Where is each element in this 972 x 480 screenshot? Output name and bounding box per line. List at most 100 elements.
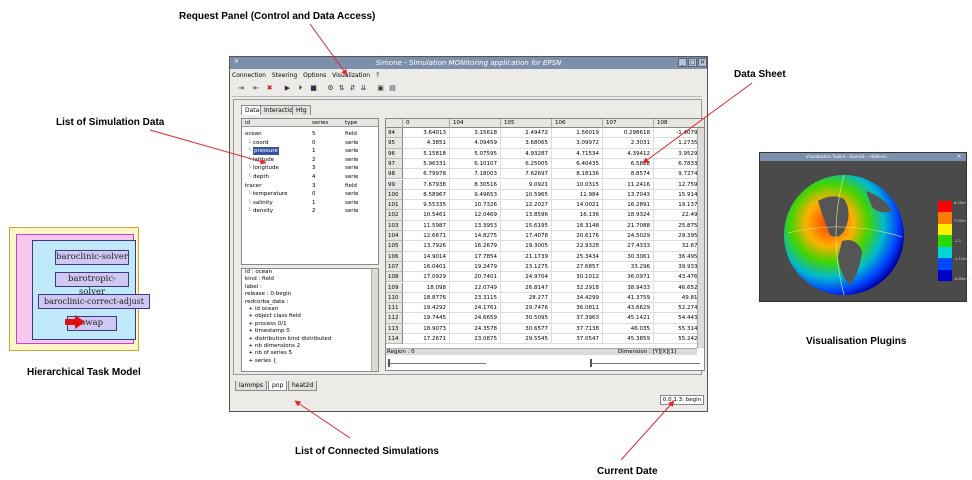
kill-icon[interactable]: ✖ (264, 83, 275, 94)
sheet-cell[interactable]: 33.296 (603, 261, 654, 273)
sheet-row-header[interactable]: 112 (386, 313, 403, 324)
data-list-item[interactable]: └ depth 4 serie (242, 173, 378, 181)
sheet-cell[interactable]: 8.30516 (450, 179, 501, 190)
sheet-cell[interactable]: 6.25005 (501, 158, 552, 170)
data-list-item[interactable]: └ latitude 2 serie (242, 156, 378, 164)
data-list-item[interactable]: └ salinity 1 serie (242, 199, 378, 207)
sheet-cell[interactable]: 17.0929 (403, 272, 450, 283)
sheet-column-header[interactable]: 107 (603, 119, 654, 128)
sheet-row-header[interactable]: 114 (386, 334, 403, 345)
sheet-cell[interactable]: 24.6659 (450, 313, 501, 324)
sheet-cell[interactable]: 10.5965 (501, 189, 552, 201)
sheet-cell[interactable]: 2.49472 (501, 128, 552, 139)
clipboard-icon[interactable]: ▤ (387, 83, 398, 94)
sheet-cell[interactable]: 6.10107 (450, 158, 501, 170)
sheet-cell[interactable]: 41.3759 (603, 292, 654, 304)
sheet-cell[interactable]: 5.15818 (403, 148, 450, 159)
sheet-cell[interactable]: 3.09972 (552, 138, 603, 149)
data-list-item[interactable]: └ density 2 serie (242, 207, 378, 215)
sheet-cell[interactable]: 18.8776 (403, 292, 450, 304)
disconnect-icon[interactable]: ⇤ (249, 83, 263, 94)
vis-close-icon[interactable]: ✕ (957, 153, 961, 161)
data-list-item[interactable]: ocean 5 field (242, 130, 378, 138)
info-scrollbar[interactable] (371, 269, 378, 371)
save-icon[interactable]: ▣ (375, 83, 386, 94)
sheet-cell[interactable]: 46.035 (603, 323, 654, 334)
sheet-cell[interactable]: 9.55335 (403, 200, 450, 211)
sort-icon[interactable]: ⇵ (347, 83, 358, 94)
sheet-cell[interactable]: 13.7043 (603, 189, 654, 201)
sheet-cell[interactable]: 24.3578 (450, 323, 501, 334)
sheet-cell[interactable]: 30.5095 (501, 313, 552, 324)
sheet-cell[interactable]: 24.9704 (501, 272, 552, 283)
sheet-cell[interactable]: 23.3115 (450, 292, 501, 304)
menu-options[interactable]: Options (303, 72, 326, 79)
stop-icon[interactable]: ■ (308, 83, 319, 94)
filter-icon[interactable]: ⇊ (358, 83, 369, 94)
sheet-cell[interactable]: 6.5828 (603, 158, 654, 170)
sheet-row-header[interactable]: 109 (386, 282, 403, 293)
sheet-cell[interactable]: 9.0921 (501, 179, 552, 190)
sheet-cell[interactable]: 3.64013 (403, 128, 450, 139)
sheet-cell[interactable]: 30.6577 (501, 323, 552, 334)
sheet-row-header[interactable]: 102 (386, 210, 403, 221)
sheet-row-header[interactable]: 97 (386, 158, 403, 170)
sheet-cell[interactable]: 20.6176 (552, 231, 603, 242)
sheet-cell[interactable]: 1.56019 (552, 128, 603, 139)
sheet-column-header[interactable]: 104 (450, 119, 501, 128)
sheet-cell[interactable]: 18.9324 (603, 210, 654, 221)
sheet-cell[interactable]: 5.07595 (450, 148, 501, 159)
sheet-cell[interactable]: 37.3963 (552, 313, 603, 324)
sheet-row-header[interactable]: 94 (386, 128, 403, 139)
sheet-cell[interactable]: 0.298618 (603, 128, 654, 139)
sheet-cell[interactable]: 4.39412 (603, 148, 654, 159)
sheet-column-header[interactable]: 105 (501, 119, 552, 128)
sheet-cell[interactable]: 11.2416 (603, 179, 654, 190)
sheet-cell[interactable]: 11.5987 (403, 220, 450, 231)
sheet-cell[interactable]: 2.3031 (603, 138, 654, 149)
sheet-cell[interactable]: 24.1761 (450, 303, 501, 314)
sheet-cell[interactable]: 13.8596 (501, 210, 552, 221)
sheet-cell[interactable]: 3.15618 (450, 128, 501, 139)
region-slider-handle[interactable] (388, 359, 390, 367)
sheet-cell[interactable]: 32.2918 (552, 282, 603, 293)
sheet-cell[interactable]: 12.0469 (450, 210, 501, 221)
sheet-row-header[interactable]: 105 (386, 241, 403, 252)
sheet-column-header[interactable]: 106 (552, 119, 603, 128)
sheet-row-header[interactable]: 113 (386, 323, 403, 334)
sheet-cell[interactable]: 12.2027 (501, 200, 552, 211)
sheet-cell[interactable]: 6.40435 (552, 158, 603, 170)
sheet-cell[interactable]: 19.3005 (501, 241, 552, 252)
sheet-cell[interactable]: 10.7326 (450, 200, 501, 211)
sheet-cell[interactable]: 6.79978 (403, 169, 450, 180)
sheet-cell[interactable]: 5.96331 (403, 158, 450, 170)
sheet-cell[interactable]: 23.1275 (501, 261, 552, 273)
sheet-cell[interactable]: 4.3851 (403, 138, 450, 149)
sheet-cell[interactable]: 14.0021 (552, 200, 603, 211)
close-icon[interactable]: ✕ (698, 58, 707, 67)
sheet-cell[interactable]: 16.0401 (403, 261, 450, 273)
menu-visualization[interactable]: Visualization (332, 72, 370, 79)
sheet-cell[interactable]: 14.9014 (403, 251, 450, 262)
data-list-item[interactable]: └ pressure 1 serie (242, 147, 378, 156)
sheet-row-header[interactable]: 95 (386, 138, 403, 149)
play-icon[interactable]: ▶ (282, 83, 293, 94)
sheet-cell[interactable]: 4.09459 (450, 138, 501, 149)
sheet-row-header[interactable]: 99 (386, 179, 403, 190)
minimize-icon[interactable]: _ (678, 58, 687, 67)
sheet-row-header[interactable]: 103 (386, 220, 403, 231)
sim-tab-pnp[interactable]: pnp (268, 381, 288, 391)
dimension-slider[interactable] (590, 363, 700, 364)
sheet-cell[interactable]: 34.4299 (552, 292, 603, 304)
sheet-cell[interactable]: 8.8574 (603, 169, 654, 180)
sheet-cell[interactable]: 17.4078 (501, 231, 552, 242)
data-list-column-header[interactable]: series (312, 119, 328, 127)
sim-tab-heat2d[interactable]: heat2d (288, 381, 318, 391)
sheet-column-header[interactable]: 0 (403, 119, 450, 128)
sheet-cell[interactable]: 36.0971 (603, 272, 654, 283)
sheet-row-header[interactable]: 104 (386, 231, 403, 242)
sheet-cell[interactable]: 14.8275 (450, 231, 501, 242)
sheet-row-header[interactable]: 98 (386, 169, 403, 180)
sheet-cell[interactable]: 13.3953 (450, 220, 501, 231)
sheet-cell[interactable]: 16.2891 (603, 200, 654, 211)
